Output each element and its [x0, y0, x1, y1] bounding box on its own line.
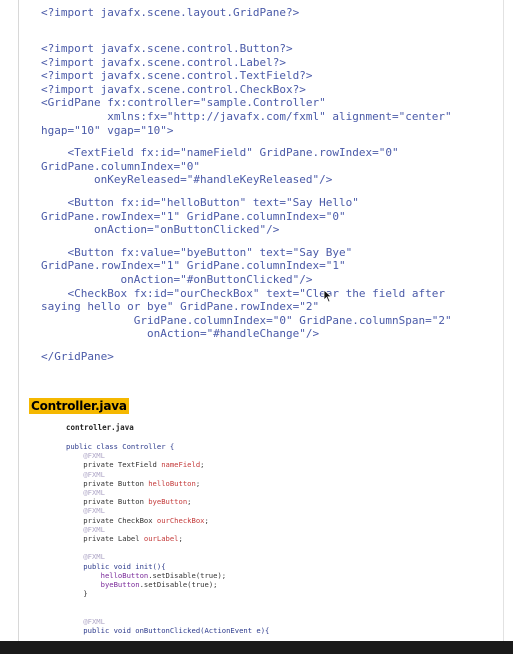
java-code-token: public void onButtonClicked(ActionEvent … — [66, 626, 270, 635]
java-code-token: @FXML — [66, 552, 105, 562]
java-code-token: ourCheckBox — [156, 515, 205, 525]
java-code-token: nameField — [161, 460, 201, 470]
java-code-line: private TextField nameField; — [66, 460, 204, 469]
fxml-code-line: <?import javafx.scene.layout.GridPane?> — [41, 6, 300, 19]
java-code-line: private Label ourLabel; — [66, 534, 183, 543]
fxml-code-line: <?import javafx.scene.control.TextField?… — [41, 69, 313, 83]
fxml-code-line: </GridPane> — [41, 350, 114, 363]
java-code-token: .setDisable(true); — [148, 570, 227, 580]
fxml-code-line: <?import javafx.scene.control.Button?> — [41, 42, 293, 55]
java-code-token: } — [66, 589, 88, 599]
java-code-token: @FXML — [66, 506, 105, 516]
java-code-token: helloButton — [66, 570, 149, 580]
fxml-code-line: <TextField fx:id="nameField" GridPane.ro… — [41, 146, 399, 160]
java-code-token: private Button — [66, 478, 149, 488]
java-code-line: @FXML — [66, 552, 105, 561]
fxml-code-line: GridPane.columnIndex="0" GridPane.column… — [41, 313, 452, 327]
fxml-code-line: onAction="#handleChange"/> — [41, 327, 320, 341]
fxml-code-line: saying hello or bye" GridPane.rowIndex="… — [41, 300, 320, 314]
java-code-token: ; — [187, 497, 192, 507]
java-code-line: @FXML — [66, 525, 105, 534]
java-code-line: public void onButtonClicked(ActionEvent … — [66, 626, 269, 635]
bottom-bar — [0, 641, 513, 654]
java-code-line: public class Controller { — [66, 442, 174, 451]
java-code-token: @FXML — [66, 488, 105, 497]
left-margin-rule — [18, 0, 19, 654]
java-code-line: @FXML — [66, 506, 105, 515]
fxml-code-line: <Button fx:value="byeButton" text="Say B… — [41, 245, 353, 259]
java-code-line: private Button helloButton; — [66, 479, 200, 488]
fxml-code-line: GridPane.rowIndex="1" GridPane.columnInd… — [41, 209, 346, 223]
java-code-line: private Button byeButton; — [66, 497, 192, 507]
java-code-token: ourLabel — [143, 534, 179, 543]
java-code-token: @FXML — [66, 451, 105, 461]
java-code-token: byeButton — [66, 580, 140, 589]
fxml-code-line: <CheckBox fx:id="ourCheckBox" text="Clea… — [41, 286, 445, 300]
java-code-line: } — [66, 589, 88, 599]
java-code-line: public void init(){ — [66, 561, 166, 571]
file-label: controller.java — [66, 423, 134, 432]
java-code-token: helloButton — [148, 478, 196, 488]
java-code-token: private CheckBox — [66, 515, 157, 525]
java-code-token: private Label — [66, 534, 144, 543]
fxml-code-line: hgap="10" vgap="10"> — [41, 123, 174, 137]
fxml-code-line: onAction="#onButtonClicked"/> — [41, 273, 313, 286]
java-code-token: private TextField — [66, 460, 162, 470]
fxml-code-line: <?import javafx.scene.control.CheckBox?> — [41, 82, 306, 96]
fxml-code-line: GridPane.columnIndex="0" — [41, 159, 200, 173]
java-code-line: byeButton.setDisable(true); — [66, 580, 218, 589]
java-code-token: @FXML — [66, 469, 105, 479]
java-code-token: ; — [200, 460, 205, 470]
java-code-token: ; — [178, 534, 183, 543]
java-code-line: @FXML — [66, 451, 105, 460]
java-code-line: @FXML — [66, 617, 105, 626]
java-code-token: @FXML — [66, 616, 105, 626]
section-title: Controller.java — [29, 398, 129, 414]
fxml-code-line: onKeyReleased="#handleKeyReleased"/> — [41, 173, 333, 187]
java-code-token: public class Controller { — [66, 442, 175, 451]
fxml-code-line: GridPane.rowIndex="1" GridPane.columnInd… — [41, 259, 346, 273]
fxml-code-line: <Button fx:id="helloButton" text="Say He… — [41, 196, 359, 209]
java-code-line: @FXML — [66, 488, 105, 497]
java-code-line: helloButton.setDisable(true); — [66, 570, 227, 580]
mouse-pointer-icon — [323, 289, 333, 303]
java-code-line: @FXML — [66, 470, 105, 479]
fxml-code-line: onAction="onButtonClicked"/> — [41, 223, 280, 237]
java-code-token: @FXML — [66, 524, 105, 534]
java-code-token: .setDisable(true); — [139, 580, 218, 589]
java-code-token: ; — [195, 478, 201, 488]
java-code-token: public void init(){ — [66, 561, 166, 571]
java-code-token: ; — [204, 515, 209, 525]
fxml-code-line: xmlns:fx="http://javafx.com/fxml" alignm… — [41, 110, 452, 123]
fxml-code-line: <?import javafx.scene.control.Label?> — [41, 55, 287, 69]
java-code-token: private Button — [66, 497, 149, 507]
right-margin-rule — [503, 0, 504, 654]
java-code-line: private CheckBox ourCheckBox; — [66, 516, 209, 525]
java-code-token: byeButton — [148, 497, 188, 507]
fxml-code-line: <GridPane fx:controller="sample.Controll… — [41, 96, 326, 110]
